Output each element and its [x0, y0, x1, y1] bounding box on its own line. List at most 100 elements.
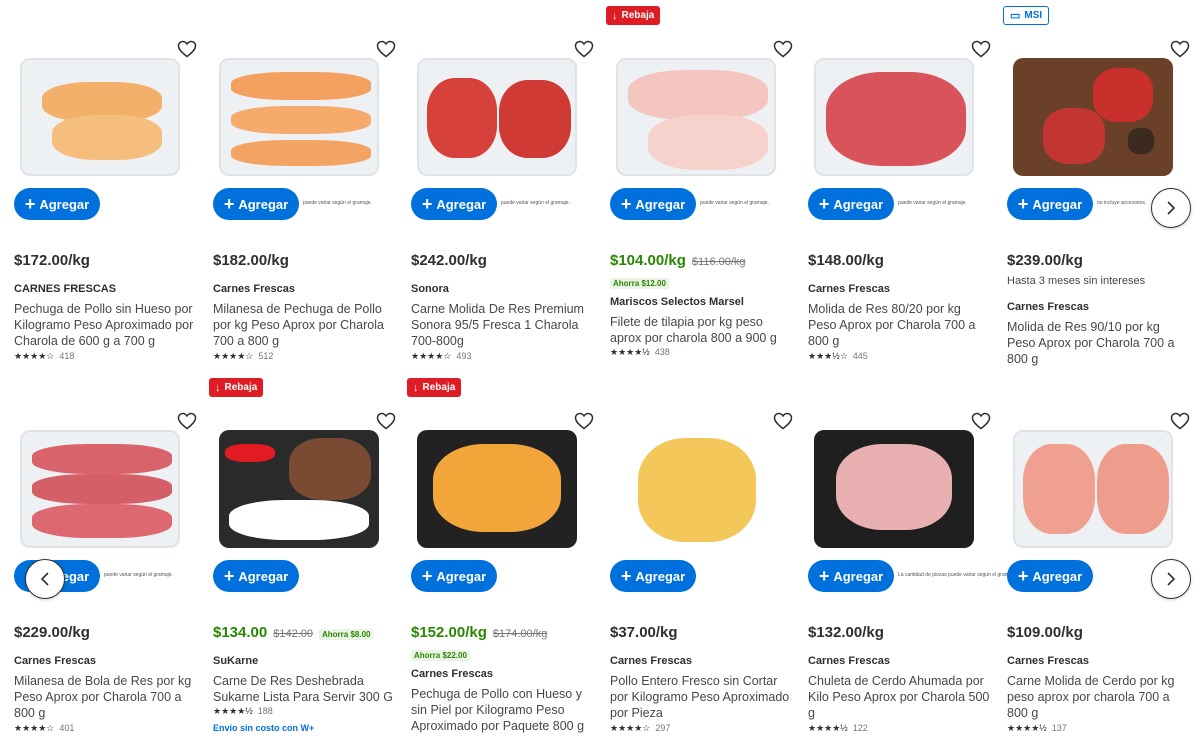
add-label: Agregar — [635, 568, 686, 584]
product-image[interactable] — [20, 58, 180, 176]
rating-count: 445 — [852, 351, 868, 361]
product-image[interactable] — [219, 430, 379, 548]
product-title[interactable]: Milanesa de Bola de Res por kg Peso Apro… — [14, 673, 196, 721]
product-card[interactable]: + Agregar La cantidad de piezas puede vari… — [808, 372, 1017, 733]
rating: ★★★★½ 438 — [610, 347, 670, 357]
heart-icon[interactable] — [971, 40, 991, 58]
rating-count: 512 — [258, 351, 274, 361]
product-title[interactable]: Pechuga de Pollo sin Hueso por Kilogramo… — [14, 301, 196, 349]
price: $152.00/kg — [411, 624, 487, 641]
rating: ★★★½☆ 445 — [808, 351, 868, 361]
heart-icon[interactable] — [773, 412, 793, 430]
heart-icon[interactable] — [376, 40, 396, 58]
add-to-cart-button[interactable]: +Agregar — [14, 188, 100, 220]
heart-icon[interactable] — [971, 412, 991, 430]
rating-count: 188 — [257, 706, 273, 716]
heart-icon[interactable] — [177, 40, 197, 58]
product-card[interactable]: + Agregar puede variar según el gramaje. $1… — [213, 0, 398, 361]
product-image[interactable] — [417, 430, 577, 548]
image-detail — [32, 474, 172, 504]
brand: Sonora — [411, 283, 449, 295]
heart-icon[interactable] — [376, 412, 396, 430]
product-card[interactable]: ↓ Rebaja + Agregar puede variar según el gra… — [606, 0, 795, 360]
add-to-cart-button[interactable]: +Agregar — [213, 188, 299, 220]
price: $148.00/kg — [808, 252, 884, 269]
plus-icon: + — [24, 194, 36, 214]
price-row: $172.00/kg — [14, 252, 90, 269]
image-detail — [229, 500, 369, 540]
heart-icon[interactable] — [574, 40, 594, 58]
image-detail — [1128, 128, 1154, 154]
brand: Carnes Frescas — [808, 283, 890, 295]
product-image[interactable] — [1013, 430, 1173, 548]
product-image[interactable] — [1013, 58, 1173, 176]
product-image[interactable] — [219, 58, 379, 176]
product-image[interactable] — [20, 430, 180, 548]
product-image[interactable] — [417, 58, 577, 176]
product-title[interactable]: Molida de Res 90/10 por kg Peso Aprox po… — [1007, 319, 1189, 367]
rating: ★★★★☆ 512 — [213, 351, 273, 361]
product-card[interactable]: ▭ MSI + Agregar no incluye accesorios. $239.0… — [1003, 0, 1192, 366]
rating: ★★★★☆ 418 — [14, 351, 74, 361]
was-price: $142.00 — [273, 628, 313, 640]
product-card[interactable]: + Agregar $172.00/kg CARNES FRESCAS Pechuga … — [14, 0, 199, 361]
heart-icon[interactable] — [773, 40, 793, 58]
brand: CARNES FRESCAS — [14, 283, 117, 295]
disclaimer: puede variar según el gramaje. — [700, 200, 769, 206]
product-title[interactable]: Molida de Res 80/20 por kg Peso Aprox po… — [808, 301, 990, 349]
product-title[interactable]: Carne Molida de Cerdo por kg peso aprox … — [1007, 673, 1189, 721]
product-image[interactable] — [616, 58, 776, 176]
add-to-cart-button[interactable]: +Agregar — [213, 560, 299, 592]
product-card[interactable]: + Agregar $109.00/kg Carnes Frescas Carne Mo… — [1007, 372, 1192, 733]
product-card[interactable]: ↓ Rebaja + Agregar $134.00 $142.00 Ahorra $8.0… — [209, 372, 398, 733]
add-to-cart-button[interactable]: +Agregar — [808, 188, 894, 220]
carousel-next-button-row2[interactable] — [1151, 559, 1191, 599]
product-title[interactable]: Chuleta de Cerdo Ahumada por Kilo Peso A… — [808, 673, 990, 721]
product-image[interactable] — [814, 58, 974, 176]
add-to-cart-button[interactable]: +Agregar — [610, 188, 696, 220]
heart-icon[interactable] — [1170, 412, 1190, 430]
product-card[interactable]: ↓ Rebaja + Agregar $152.00/kg $174.00/kg Ahorr… — [407, 372, 596, 734]
heart-icon[interactable] — [177, 412, 197, 430]
msi-flag: ▭ MSI — [1003, 6, 1050, 25]
add-label: Agregar — [833, 568, 884, 584]
add-to-cart-button[interactable]: +Agregar — [610, 560, 696, 592]
image-detail — [231, 106, 371, 134]
add-to-cart-button[interactable]: +Agregar — [411, 560, 497, 592]
product-image[interactable] — [616, 430, 776, 548]
heart-icon[interactable] — [574, 412, 594, 430]
price: $229.00/kg — [14, 624, 90, 641]
star-rating-icon: ★★★★☆ — [14, 723, 55, 733]
product-card[interactable]: + Agregar $37.00/kg Carnes Frescas Pollo Ent… — [610, 372, 795, 733]
add-to-cart-button[interactable]: +Agregar — [1007, 560, 1093, 592]
disclaimer: La cantidad de piezas puede variar según… — [898, 572, 1017, 578]
arrow-down-icon: ↓ — [612, 9, 618, 22]
rating: ★★★★☆ 297 — [610, 723, 670, 733]
add-to-cart-button[interactable]: +Agregar — [808, 560, 894, 592]
product-title[interactable]: Pechuga de Pollo con Hueso y sin Piel po… — [411, 686, 593, 734]
carousel-prev-button-row2[interactable] — [25, 559, 65, 599]
product-title[interactable]: Pollo Entero Fresco sin Cortar por Kilog… — [610, 673, 792, 721]
savings-badge: Ahorra $12.00 — [610, 278, 669, 289]
plus-icon: + — [620, 566, 632, 586]
image-detail — [231, 72, 371, 100]
product-title[interactable]: Carne Molida De Res Premium Sonora 95/5 … — [411, 301, 593, 349]
heart-icon[interactable] — [1170, 40, 1190, 58]
product-image[interactable] — [814, 430, 974, 548]
rating: ★★★★☆ 401 — [14, 723, 74, 733]
product-title[interactable]: Milanesa de Pechuga de Pollo por kg Peso… — [213, 301, 395, 349]
rating: ★★★★☆ 493 — [411, 351, 471, 361]
product-card[interactable]: +Agregarpuede variar según el gramaje.$2… — [411, 0, 596, 361]
product-card[interactable]: +Agregarpuede variar según el gramaje.$2… — [14, 372, 199, 733]
image-detail — [289, 438, 371, 500]
brand: Carnes Frescas — [1007, 301, 1089, 313]
star-rating-icon: ★★★★½ — [610, 347, 650, 357]
price: $132.00/kg — [808, 624, 884, 641]
add-to-cart-button[interactable]: +Agregar — [1007, 188, 1093, 220]
price: $172.00/kg — [14, 252, 90, 269]
add-to-cart-button[interactable]: +Agregar — [411, 188, 497, 220]
star-rating-icon: ★★★★½ — [213, 706, 253, 716]
carousel-next-button-row1[interactable] — [1151, 188, 1191, 228]
product-card[interactable]: + Agregar puede variar según el gramaje. $1… — [808, 0, 993, 361]
plus-icon: + — [818, 194, 830, 214]
